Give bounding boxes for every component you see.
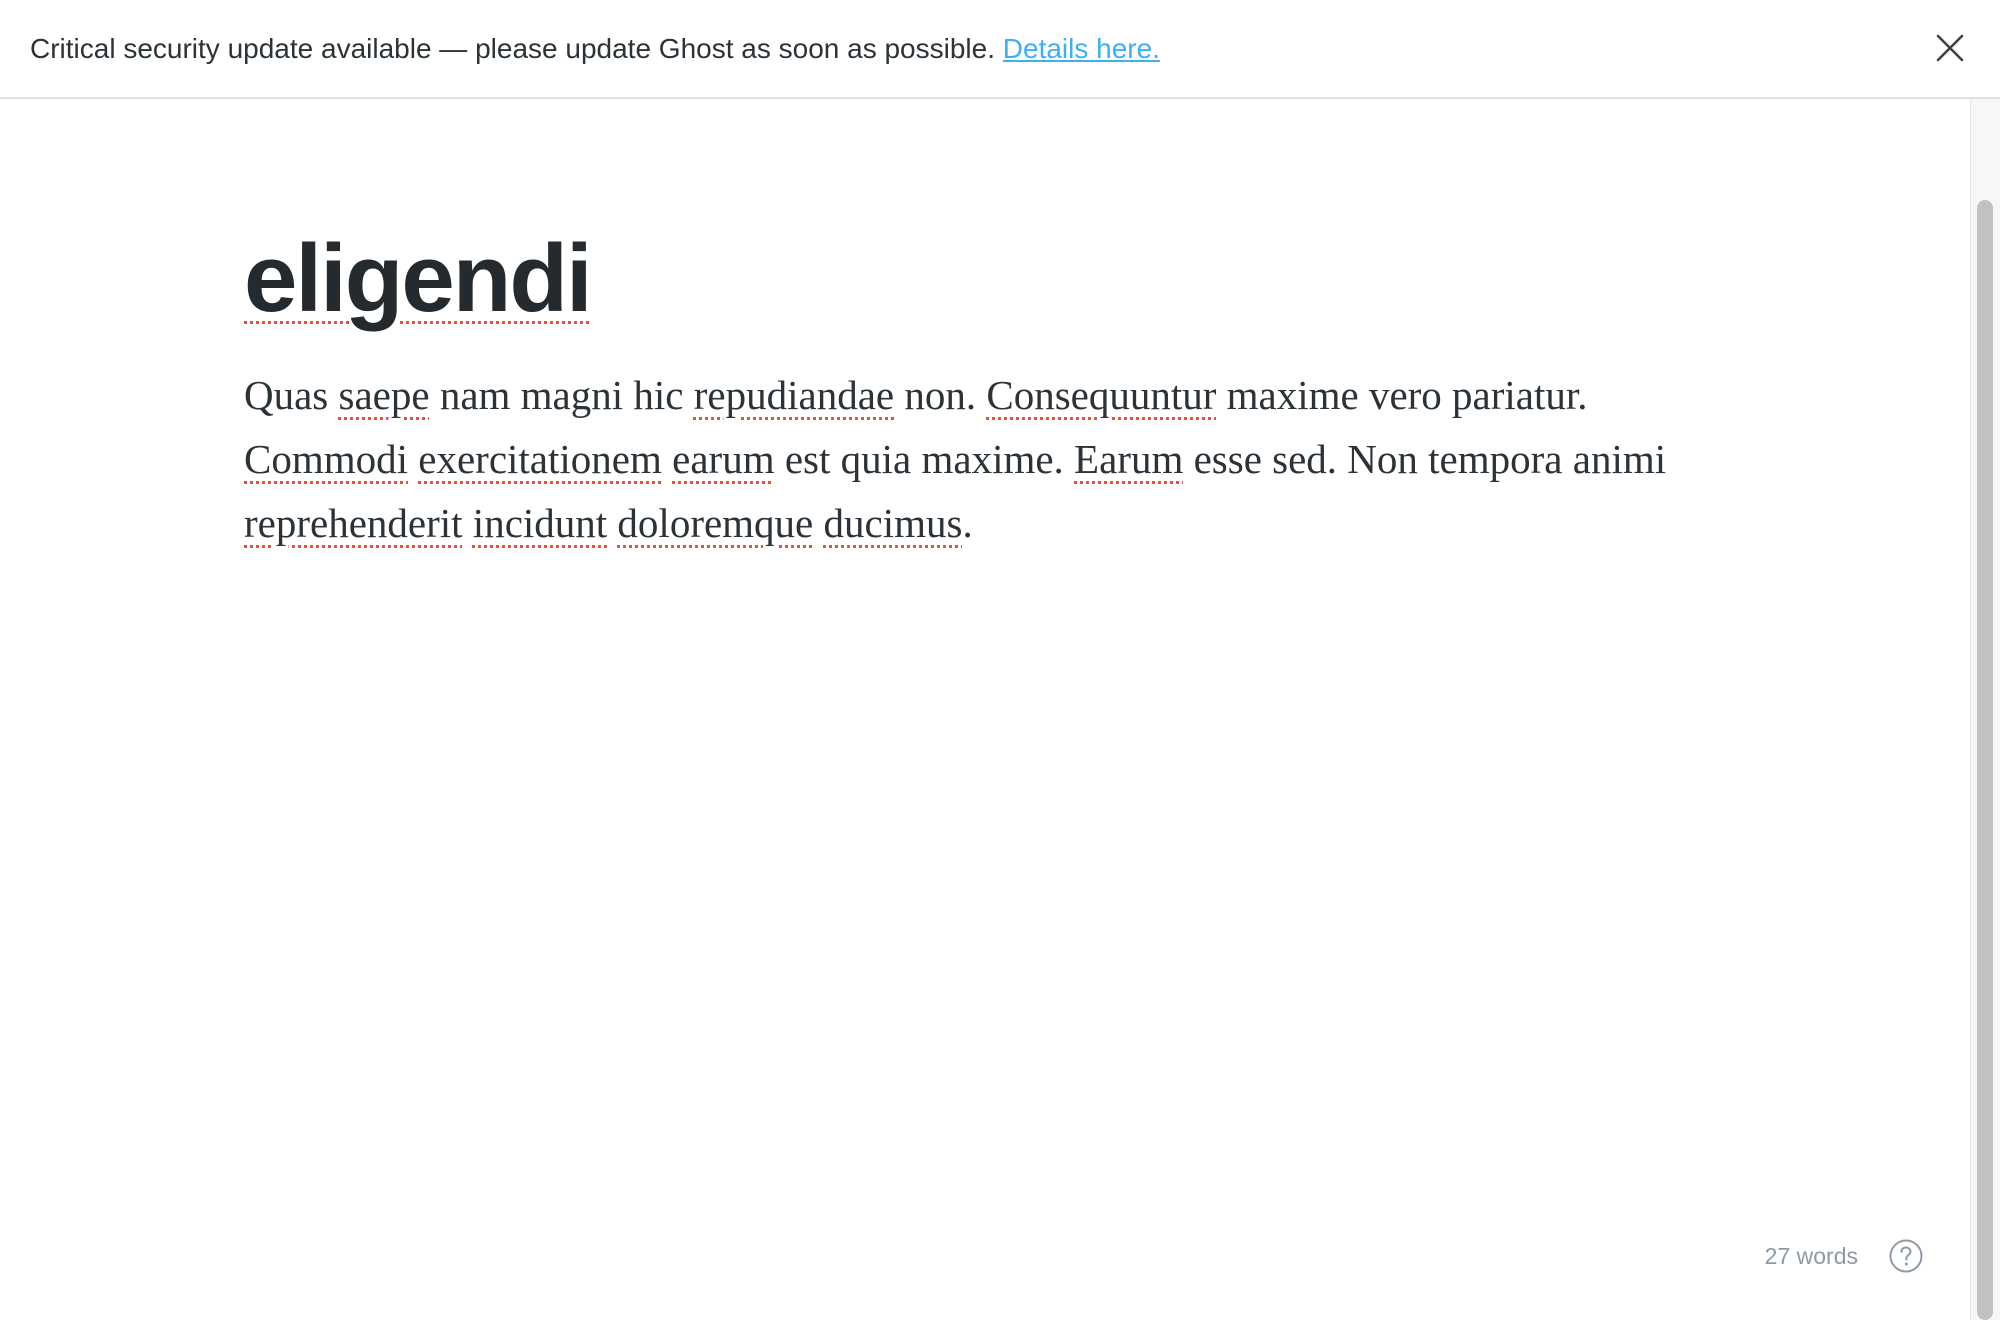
misspelled-word: exercitationem — [418, 436, 662, 482]
body-text: maxime vero pariatur. — [1216, 372, 1588, 418]
close-banner-button[interactable] — [1930, 28, 1970, 68]
help-button[interactable] — [1888, 1238, 1924, 1274]
body-text — [463, 500, 473, 546]
body-text: nam magni hic — [429, 372, 694, 418]
banner-message: Critical security update available — ple… — [30, 33, 995, 64]
close-icon — [1936, 34, 1964, 62]
body-text — [813, 500, 823, 546]
body-text — [607, 500, 617, 546]
body-text: est quia maxime. — [774, 436, 1075, 482]
body-text: esse sed. Non tempora animi — [1183, 436, 1667, 482]
post-title[interactable]: eligendi — [244, 219, 593, 339]
body-text: Quas — [244, 372, 339, 418]
help-circle-icon — [1889, 1239, 1923, 1273]
security-update-banner: Critical security update available — ple… — [0, 0, 2000, 99]
body-text: non. — [894, 372, 987, 418]
editor-canvas[interactable]: eligendi Quas saepe nam magni hic repudi… — [0, 99, 1970, 1320]
banner-text: Critical security update available — ple… — [30, 30, 1160, 68]
misspelled-word: ducimus — [823, 500, 963, 546]
misspelled-word: Consequuntur — [986, 372, 1217, 418]
misspelled-word: incidunt — [472, 500, 608, 546]
body-text: . — [962, 500, 973, 546]
misspelled-word: Commodi — [244, 436, 409, 482]
misspelled-word: repudiandae — [693, 372, 895, 418]
misspelled-word: doloremque — [617, 500, 814, 546]
body-text — [408, 436, 418, 482]
word-count: 27 words — [1764, 1243, 1858, 1269]
misspelled-word: reprehenderit — [244, 500, 463, 546]
details-link[interactable]: Details here. — [1003, 33, 1160, 64]
post-body[interactable]: Quas saepe nam magni hic repudiandae non… — [244, 363, 1744, 555]
misspelled-word: Earum — [1074, 436, 1184, 482]
scrollbar-thumb[interactable] — [1977, 200, 1993, 1320]
misspelled-word: saepe — [338, 372, 430, 418]
misspelled-word: earum — [672, 436, 775, 482]
body-text — [662, 436, 672, 482]
